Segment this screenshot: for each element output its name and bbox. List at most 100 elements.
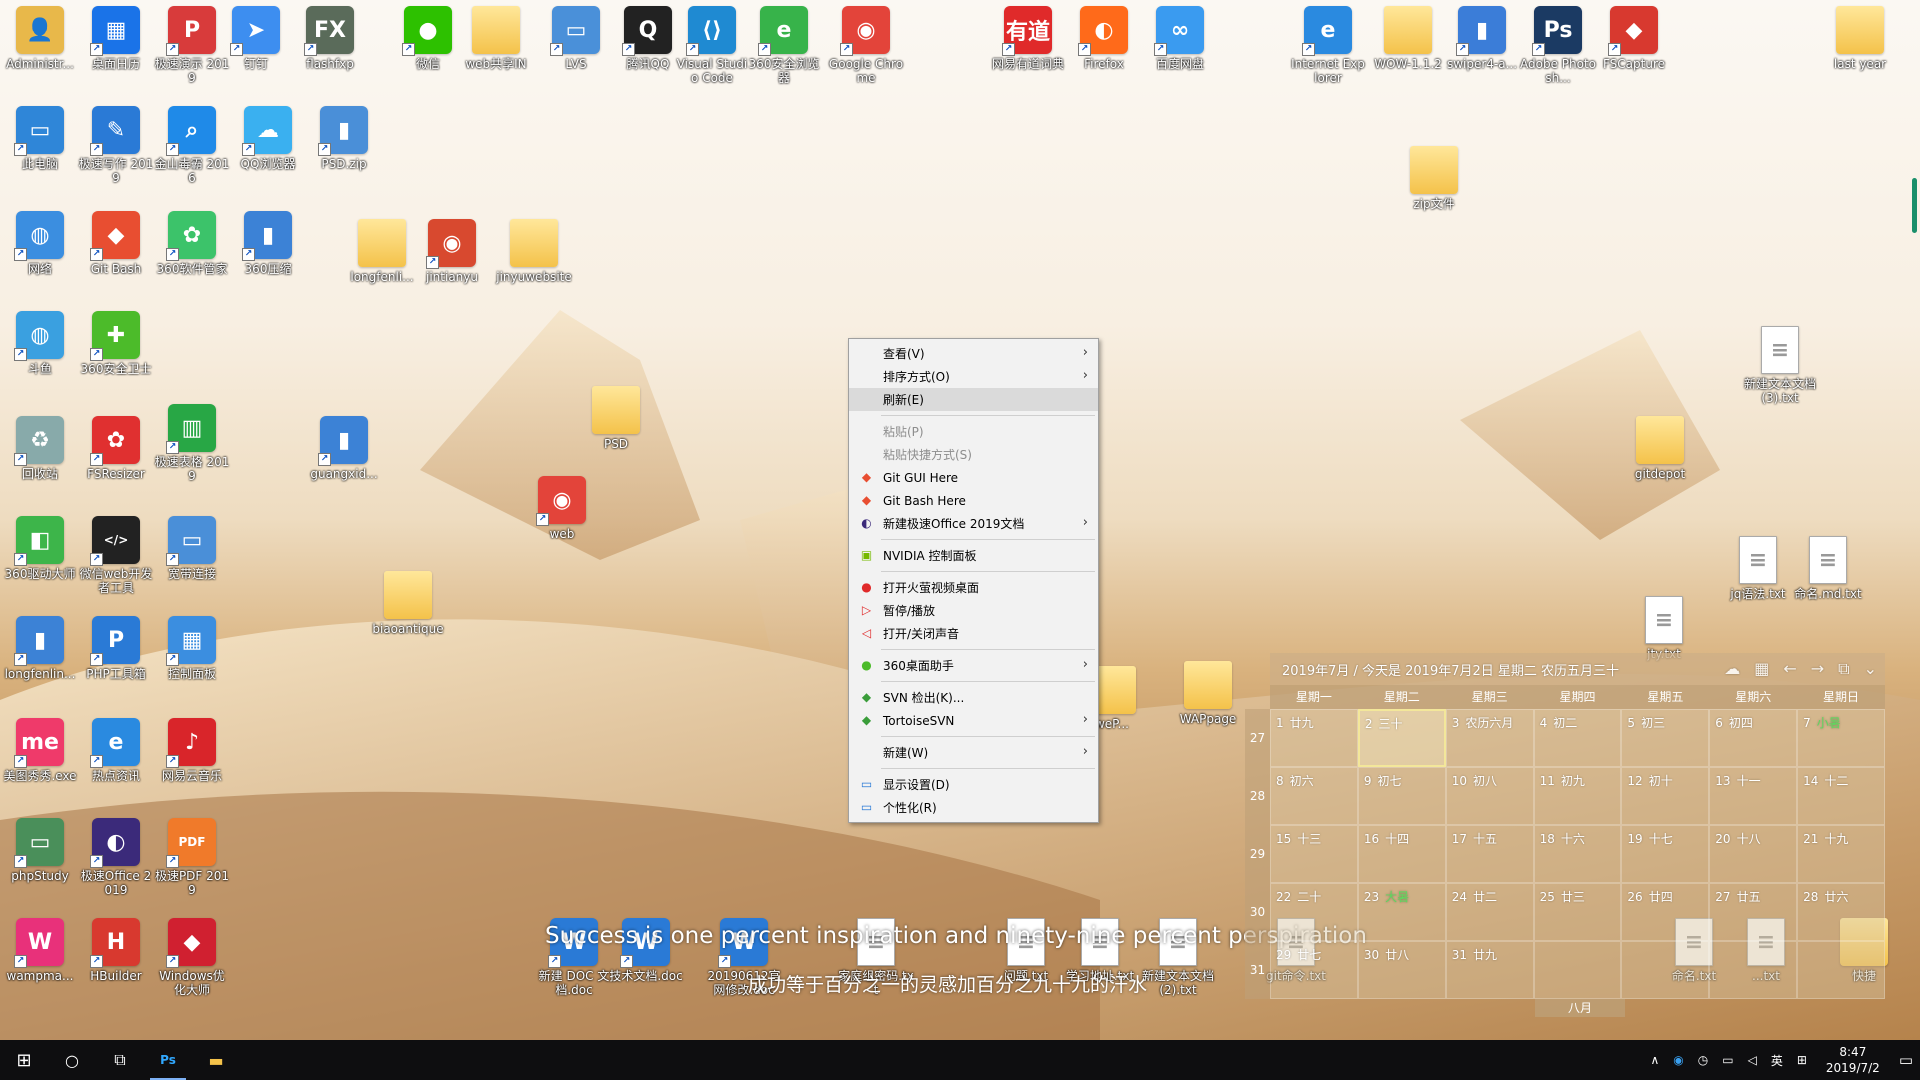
desktop-icon[interactable]: ◍ ↗ 斗鱼 — [2, 311, 78, 376]
calendar-day[interactable]: 8 初六 — [1270, 767, 1358, 825]
calendar-day[interactable]: 11 初九 — [1533, 767, 1622, 825]
desktop-icon[interactable]: jinyuwebsite — [496, 219, 572, 284]
desktop-icon[interactable]: ◐ ↗ 极速Office 2019 — [78, 818, 154, 897]
calendar-day[interactable]: 23 大暑 — [1357, 883, 1446, 941]
photoshop-icon[interactable]: Ps — [144, 1040, 192, 1080]
menu-item[interactable]: ▷ 暂停/播放 — [849, 599, 1098, 622]
calendar-day[interactable]: 26 廿四 — [1621, 883, 1710, 941]
calendar-day[interactable]: 10 初八 — [1445, 767, 1534, 825]
desktop-icon[interactable]: W ↗ wampma... — [2, 918, 78, 983]
desktop-icon[interactable]: P ↗ PHP工具箱 — [78, 616, 154, 681]
desktop-icon[interactable]: ✿ ↗ FSResizer — [78, 416, 154, 481]
window-icon[interactable]: ⧉ — [1838, 659, 1849, 679]
calendar-day[interactable]: 14 十二 — [1797, 767, 1885, 825]
desktop-icon[interactable]: ▮ ↗ 360压缩 — [230, 211, 306, 276]
desktop-icon[interactable]: ▭ ↗ phpStudy — [2, 818, 78, 883]
desktop-icon[interactable]: ✿ ↗ 360软件管家 — [154, 211, 230, 276]
desktop-icon[interactable]: ◧ ↗ 360驱动大师 — [2, 516, 78, 581]
windows-logo-icon[interactable]: ⊞ — [0, 1040, 48, 1080]
desktop-icon[interactable]: ▮ ↗ PSD.zip — [306, 106, 382, 171]
menu-item[interactable]: ◁ 打开/关闭声音 — [849, 622, 1098, 645]
desktop-icon[interactable]: ☁ ↗ QQ浏览器 — [230, 106, 306, 171]
desktop-icon[interactable]: ▥ ↗ 极速表格 2019 — [154, 404, 230, 483]
calendar-day[interactable]: 28 廿六 — [1797, 883, 1885, 941]
desktop-icon[interactable]: biaoantique — [370, 571, 446, 636]
calendar-day[interactable]: 13 十一 — [1709, 767, 1798, 825]
desktop-icon[interactable]: ▭ ↗ LVS — [538, 6, 614, 71]
calendar-day[interactable]: 29 廿七 — [1270, 941, 1358, 999]
cloud-icon[interactable]: ☁ — [1724, 659, 1740, 679]
desktop-icon[interactable]: ◉ ↗ jintianyu — [414, 219, 490, 284]
desktop-icon[interactable]: longfenli... — [344, 219, 420, 284]
volume-icon[interactable]: ◁ — [1741, 1053, 1764, 1067]
calendar-day[interactable]: 9 初七 — [1357, 767, 1446, 825]
menu-item[interactable]: ● 打开火萤视频桌面 — [849, 576, 1098, 599]
menu-item[interactable]: ◆ Git Bash Here — [849, 489, 1098, 512]
calendar-day[interactable]: 21 十九 — [1797, 825, 1885, 883]
ime-indicator[interactable]: 英 — [1764, 1052, 1790, 1069]
menu-item[interactable]: ◆ TortoiseSVN › — [849, 709, 1098, 732]
calendar-next-month-tab[interactable]: 八月 — [1535, 999, 1625, 1017]
desktop-icon[interactable]: ✚ ↗ 360安全卫士 — [78, 311, 154, 376]
desktop-icon[interactable]: web共享IN — [458, 6, 534, 71]
menu-item[interactable]: ▣ NVIDIA 控制面板 — [849, 544, 1098, 567]
menu-item[interactable]: ◆ Git GUI Here — [849, 466, 1098, 489]
menu-item[interactable]: ● 360桌面助手 › — [849, 654, 1098, 677]
menu-item[interactable]: ▭ 显示设置(D) — [849, 773, 1098, 796]
desktop-icon[interactable]: last year — [1822, 6, 1898, 71]
desktop-icon[interactable]: zip文件 — [1396, 146, 1472, 211]
desktop-icon[interactable]: e ↗ 360安全浏览器 — [746, 6, 822, 85]
calendar-day[interactable]: 7 小暑 — [1797, 709, 1885, 767]
next-arrow-icon[interactable]: → — [1811, 659, 1824, 679]
desktop-icon[interactable]: FX ↗ flashfxp — [292, 6, 368, 71]
desktop-icon[interactable]: ♻ ↗ 回收站 — [2, 416, 78, 481]
desktop-icon[interactable]: e ↗ Internet Explorer — [1290, 6, 1366, 85]
calendar-day[interactable]: 27 廿五 — [1709, 883, 1798, 941]
desktop-icon[interactable]: ◐ ↗ Firefox — [1066, 6, 1142, 71]
desktop-icon[interactable]: ⌕ ↗ 金山毒霸 2016 — [154, 106, 230, 185]
desktop-icon[interactable]: gitdepot — [1622, 416, 1698, 481]
menu-item[interactable]: ▭ 个性化(R) — [849, 796, 1098, 819]
calendar-day[interactable]: 4 初二 — [1533, 709, 1622, 767]
desktop-icon[interactable]: </> ↗ 微信web开发者工具 — [78, 516, 154, 595]
desktop-icon[interactable]: PDF ↗ 极速PDF 2019 — [154, 818, 230, 897]
desktop-icon[interactable]: ≡ jq语法.txt — [1720, 536, 1796, 601]
calendar-day[interactable]: 15 十三 — [1270, 825, 1358, 883]
calendar-day[interactable]: 17 十五 — [1445, 825, 1534, 883]
menu-item[interactable]: 刷新(E) — [849, 388, 1098, 411]
notification-icon[interactable]: ▭ — [1892, 1051, 1920, 1069]
desktop-icon[interactable]: ▮ ↗ swiper4-a... — [1444, 6, 1520, 71]
calendar-day[interactable]: 18 十六 — [1533, 825, 1622, 883]
desktop-icon[interactable]: ➤ ↗ 钉钉 — [218, 6, 294, 71]
calendar-day[interactable]: 5 初三 — [1621, 709, 1710, 767]
calendar-day[interactable]: 3 农历六月 — [1445, 709, 1534, 767]
desktop-icon[interactable]: Ps ↗ Adobe Photosh... — [1520, 6, 1596, 85]
menu-item[interactable]: 新建(W) › — [849, 741, 1098, 764]
chevron-down-icon[interactable]: ⌄ — [1864, 659, 1877, 679]
menu-item[interactable]: ◆ SVN 检出(K)... — [849, 686, 1098, 709]
desktop-icon[interactable]: ✎ ↗ 极速写作 2019 — [78, 106, 154, 185]
calendar-day[interactable]: 6 初四 — [1709, 709, 1798, 767]
desktop-icon[interactable]: ▭ ↗ 宽带连接 — [154, 516, 230, 581]
calendar-day[interactable]: 30 廿八 — [1357, 941, 1446, 999]
calendar-day[interactable]: 31 廿九 — [1445, 941, 1534, 999]
desktop-icon[interactable]: WOW-1.1.2 — [1370, 6, 1446, 71]
desktop-icon[interactable]: ▭ ↗ 此电脑 — [2, 106, 78, 171]
desktop-icon[interactable]: 有道 ↗ 网易有道词典 — [990, 6, 1066, 71]
desktop-icon[interactable]: ▮ ↗ guangxid... — [306, 416, 382, 481]
menu-item[interactable]: 排序方式(O) › — [849, 365, 1098, 388]
calendar-day[interactable]: 20 十八 — [1709, 825, 1798, 883]
tray-chevron-icon[interactable]: ∧ — [1643, 1053, 1666, 1067]
desktop-icon[interactable]: PSD — [578, 386, 654, 451]
menu-item[interactable]: 查看(V) › — [849, 342, 1098, 365]
desktop-icon[interactable]: ◆ ↗ Windows优化大师 — [154, 918, 230, 997]
desktop-icon[interactable]: ≡ 新建文本文档 (3).txt — [1742, 326, 1818, 405]
calendar-day[interactable]: 24 廿二 — [1445, 883, 1534, 941]
desktop-icon[interactable]: ◉ ↗ web — [524, 476, 600, 541]
calendar-day[interactable]: 16 十四 — [1357, 825, 1446, 883]
desktop-icon[interactable]: ⟨⟩ ↗ Visual Studio Code — [674, 6, 750, 85]
menu-item[interactable]: ◐ 新建极速Office 2019文档 › — [849, 512, 1098, 535]
desktop-icon[interactable]: ▦ ↗ 桌面日历 — [78, 6, 154, 71]
calendar-day[interactable]: 22 二十 — [1270, 883, 1358, 941]
desktop-icon[interactable]: ≡ 命名.md.txt — [1790, 536, 1866, 601]
